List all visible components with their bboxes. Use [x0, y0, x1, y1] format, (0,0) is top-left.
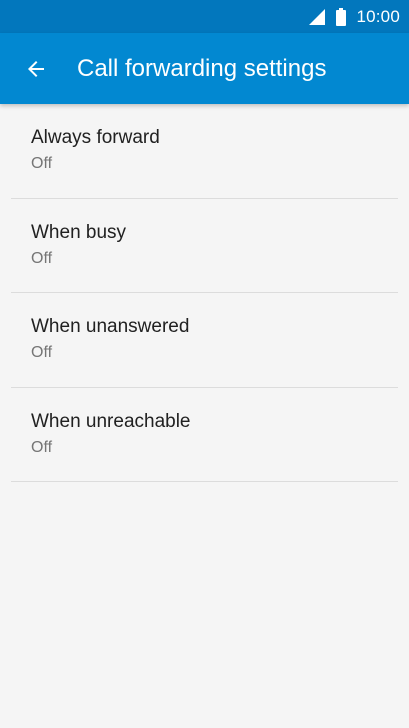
app-bar: Call forwarding settings — [0, 33, 409, 104]
item-summary: Off — [31, 155, 53, 173]
status-bar: 10:00 — [0, 0, 409, 33]
signal-icon — [309, 8, 326, 25]
item-summary: Off — [31, 249, 53, 267]
list-item-when-unreachable[interactable]: When unreachable Off — [11, 388, 398, 482]
list-item-always-forward[interactable]: Always forward Off — [11, 104, 398, 199]
arrow-back-icon — [28, 60, 44, 77]
list-item-when-busy[interactable]: When busy Off — [11, 199, 398, 293]
item-title: When unreachable — [31, 410, 191, 432]
item-title: When unanswered — [31, 316, 190, 338]
item-title: Always forward — [31, 127, 160, 149]
back-button[interactable] — [18, 51, 54, 87]
settings-list: Always forward Off When busy Off When un… — [0, 104, 409, 482]
list-item-when-unanswered[interactable]: When unanswered Off — [11, 293, 398, 388]
item-summary: Off — [31, 344, 53, 362]
item-summary: Off — [31, 438, 53, 456]
status-time: 10:00 — [356, 6, 400, 26]
page-title: Call forwarding settings — [77, 54, 327, 82]
item-title: When busy — [31, 221, 127, 243]
battery-icon — [336, 7, 347, 26]
